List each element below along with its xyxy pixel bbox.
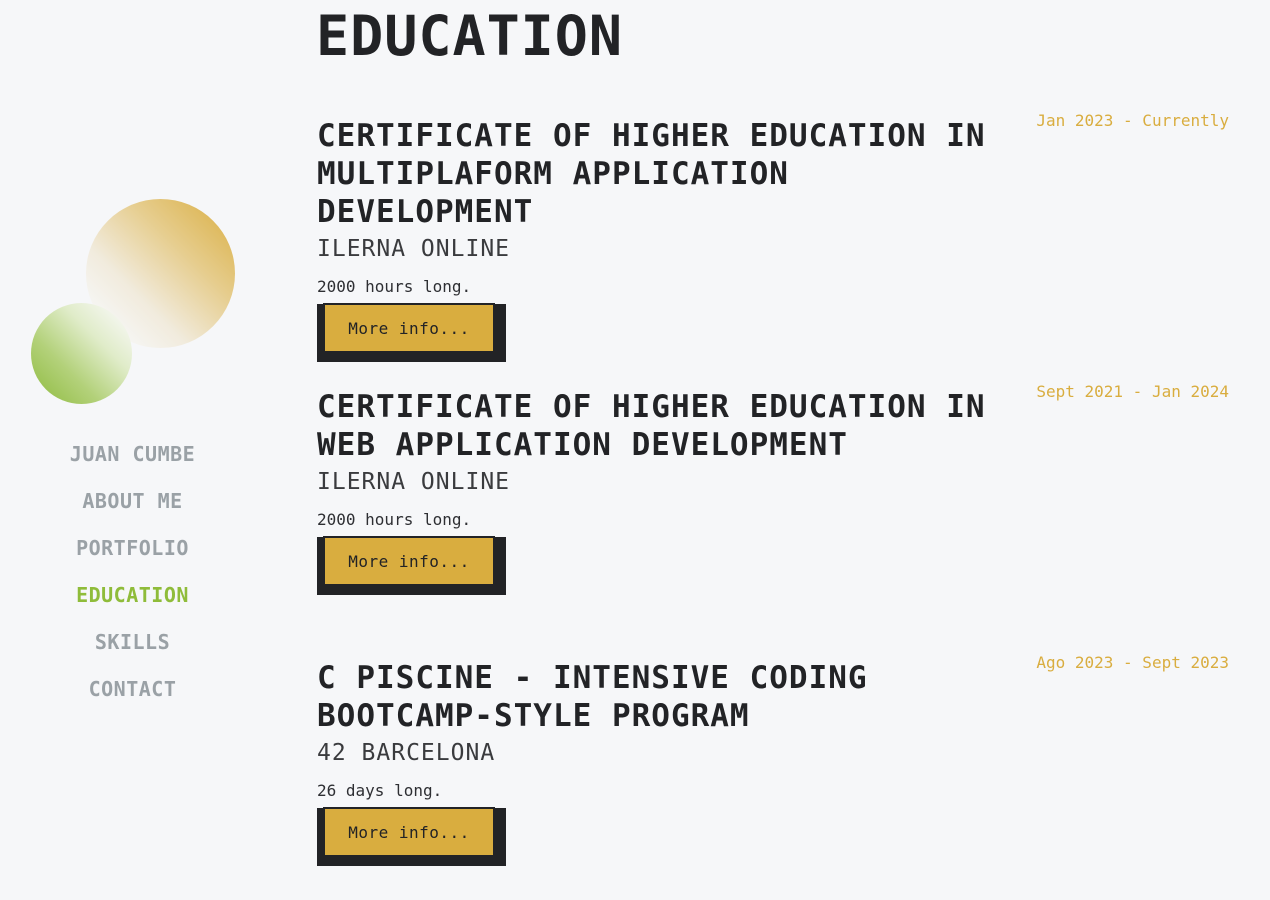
nav-item-about-me[interactable]: ABOUT ME [0, 485, 265, 532]
entry-school: ILERNA ONLINE [317, 469, 511, 495]
entry-duration: 2000 hours long. [317, 277, 472, 296]
entry-date: Jan 2023 - Currently [1036, 111, 1229, 130]
entry-date: Sept 2021 - Jan 2024 [1036, 382, 1229, 401]
nav-item-education[interactable]: EDUCATION [0, 579, 265, 626]
nav-item-home[interactable]: JUAN CUMBE [0, 438, 265, 485]
entry-title: C PISCINE - INTENSIVE CODING BOOTCAMP-ST… [317, 660, 868, 734]
nav-item-skills[interactable]: SKILLS [0, 626, 265, 673]
main-nav: JUAN CUMBE ABOUT ME PORTFOLIO EDUCATION … [0, 438, 265, 720]
more-info-button-shadow: More info... [317, 303, 506, 362]
decorative-green-circle [31, 303, 132, 404]
entry-school: 42 BARCELONA [317, 740, 496, 766]
nav-item-portfolio[interactable]: PORTFOLIO [0, 532, 265, 579]
entry-date: Ago 2023 - Sept 2023 [1036, 653, 1229, 672]
page-title: EDUCATION [316, 4, 624, 68]
entry-title: CERTIFICATE OF HIGHER EDUCATION IN WEB A… [317, 389, 986, 463]
more-info-button[interactable]: More info... [323, 807, 495, 857]
education-entry: CERTIFICATE OF HIGHER EDUCATION IN WEB A… [317, 382, 1232, 595]
education-entry: C PISCINE - INTENSIVE CODING BOOTCAMP-ST… [317, 653, 1232, 866]
more-info-button[interactable]: More info... [323, 303, 495, 353]
nav-item-contact[interactable]: CONTACT [0, 673, 265, 720]
more-info-button-shadow: More info... [317, 536, 506, 595]
more-info-button-shadow: More info... [317, 807, 506, 866]
entry-title: CERTIFICATE OF HIGHER EDUCATION IN MULTI… [317, 118, 986, 230]
education-entry: CERTIFICATE OF HIGHER EDUCATION IN MULTI… [317, 111, 1232, 362]
more-info-button[interactable]: More info... [323, 536, 495, 586]
entry-duration: 26 days long. [317, 781, 443, 800]
entry-school: ILERNA ONLINE [317, 236, 511, 262]
entry-duration: 2000 hours long. [317, 510, 472, 529]
sidebar: JUAN CUMBE ABOUT ME PORTFOLIO EDUCATION … [0, 0, 265, 900]
